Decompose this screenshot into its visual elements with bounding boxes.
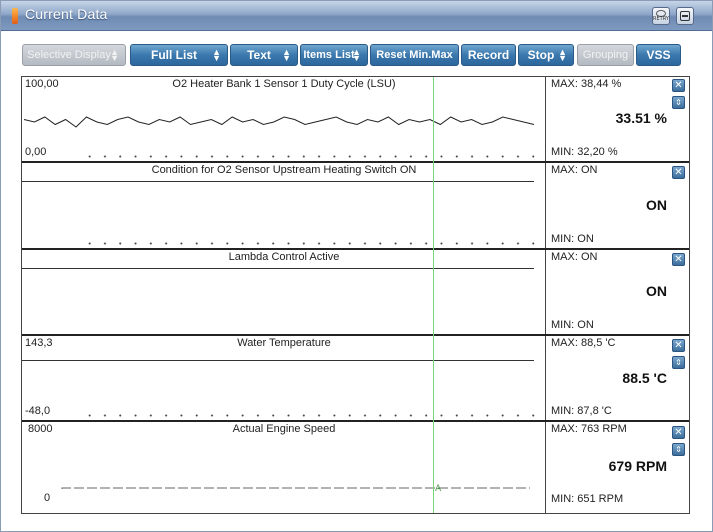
reset-min-max-button[interactable]: Reset Min.Max xyxy=(370,44,459,66)
row-info: MAX: 88,5 'C ✕ ⇕ 88.5 'C MIN: 87,8 'C xyxy=(547,336,689,420)
current-value: 33.51 % xyxy=(615,110,667,126)
row-info: MAX: 763 RPM ✕ ⇕ 679 RPM MIN: 651 RPM xyxy=(547,422,689,513)
data-row-water-temperature[interactable]: 143,3 Water Temperature -48,0 MAX: 88,5 … xyxy=(22,336,689,422)
minimize-icon xyxy=(680,11,690,21)
items-list-label: Items List xyxy=(303,49,355,61)
spinner-icon: ▲ ▼ xyxy=(352,47,361,63)
text-label: Text xyxy=(247,48,271,62)
spinner-icon: ▲ ▼ xyxy=(212,47,221,63)
min-value: MIN: 651 RPM xyxy=(551,493,624,505)
toolbar: Selective Display ▲ ▼ Full List ▲ ▼ Text ▲… xyxy=(1,32,712,72)
row-info: MAX: 38,44 % ✕ ⇕ 33.51 % MIN: 32,20 % xyxy=(547,77,689,161)
row-info: MAX: ON ✕ ON MIN: ON xyxy=(547,250,689,334)
data-row-lambda-control[interactable]: Lambda Control Active MAX: ON ✕ ON MIN: … xyxy=(22,250,689,336)
row-graph: Condition for O2 Sensor Upstream Heating… xyxy=(22,163,546,248)
spinner-icon: ▲ ▼ xyxy=(110,47,119,63)
max-value: MAX: 88,5 'C xyxy=(551,337,616,349)
x-axis-ticks xyxy=(82,242,542,245)
current-value: 679 RPM xyxy=(608,458,667,474)
move-row-button[interactable]: ⇕ xyxy=(672,443,685,456)
state-trace xyxy=(22,268,534,269)
min-value: MIN: ON xyxy=(551,319,594,331)
row-title: Lambda Control Active xyxy=(228,251,340,263)
min-value: MIN: 87,8 'C xyxy=(551,405,612,417)
engine-speed-line xyxy=(61,487,530,489)
current-value: ON xyxy=(646,283,667,299)
max-value: MAX: 38,44 % xyxy=(551,78,622,90)
min-value: MIN: ON xyxy=(551,233,594,245)
row-graph: 100,00 O2 Heater Bank 1 Sensor 1 Duty Cy… xyxy=(22,77,546,161)
x-axis-ticks xyxy=(82,414,542,417)
y-axis-min: -48,0 xyxy=(25,405,51,417)
max-value: MAX: ON xyxy=(551,251,598,263)
duty-cycle-line xyxy=(23,116,535,128)
items-list-button[interactable]: Items List ▲ ▼ xyxy=(300,44,368,66)
time-cursor-line[interactable] xyxy=(433,77,434,513)
data-row-o2-heater[interactable]: 100,00 O2 Heater Bank 1 Sensor 1 Duty Cy… xyxy=(22,77,689,163)
temperature-trace xyxy=(22,360,534,361)
close-row-button[interactable]: ✕ xyxy=(672,339,685,352)
selective-display-label: Selective Display xyxy=(27,49,111,61)
row-title: Actual Engine Speed xyxy=(232,423,336,435)
data-row-o2-heating-switch[interactable]: Condition for O2 Sensor Upstream Heating… xyxy=(22,163,689,250)
data-row-engine-speed[interactable]: 8000 Actual Engine Speed 0 A MAX: 763 RP… xyxy=(22,422,689,513)
full-list-button[interactable]: Full List ▲ ▼ xyxy=(130,44,228,66)
move-row-button[interactable]: ⇕ xyxy=(672,356,685,369)
spinner-icon: ▲ ▼ xyxy=(282,47,291,63)
row-graph: 143,3 Water Temperature -48,0 xyxy=(22,336,546,420)
row-title: Water Temperature xyxy=(237,337,331,349)
current-value: 88.5 'C xyxy=(622,370,667,386)
reset-min-max-label: Reset Min.Max xyxy=(376,49,453,61)
grouping-button[interactable]: Grouping xyxy=(577,44,634,66)
y-axis-min: 0 xyxy=(44,492,51,504)
row-title: O2 Heater Bank 1 Sensor 1 Duty Cycle (LS… xyxy=(172,78,396,90)
state-trace xyxy=(22,181,534,182)
max-value: MAX: 763 RPM xyxy=(551,423,627,435)
title-bar: Current Data RETRY xyxy=(1,1,712,31)
full-list-label: Full List xyxy=(151,48,197,62)
move-row-button[interactable]: ⇕ xyxy=(672,96,685,109)
cursor-marker: A xyxy=(435,484,442,494)
minimize-button[interactable] xyxy=(676,7,694,25)
stop-label: Stop xyxy=(527,48,555,62)
close-row-button[interactable]: ✕ xyxy=(672,253,685,266)
record-label: Record xyxy=(467,48,510,62)
app-icon xyxy=(12,8,18,24)
row-info: MAX: ON ✕ ON MIN: ON xyxy=(547,163,689,248)
close-row-button[interactable]: ✕ xyxy=(672,79,685,92)
vss-button[interactable]: VSS xyxy=(636,44,681,66)
grouping-label: Grouping xyxy=(582,49,629,61)
x-axis-ticks xyxy=(82,155,542,158)
max-value: MAX: ON xyxy=(551,164,598,176)
data-panel: 100,00 O2 Heater Bank 1 Sensor 1 Duty Cy… xyxy=(21,76,690,514)
current-data-window: Current Data RETRY Selective Display ▲ ▼ … xyxy=(0,0,713,532)
current-value: ON xyxy=(646,197,667,213)
close-row-button[interactable]: ✕ xyxy=(672,166,685,179)
text-button[interactable]: Text ▲ ▼ xyxy=(230,44,298,66)
row-graph: 8000 Actual Engine Speed 0 A xyxy=(22,422,546,513)
row-graph: Lambda Control Active xyxy=(22,250,546,334)
window-title: Current Data xyxy=(25,6,108,22)
status-strip xyxy=(1,519,712,531)
spinner-icon: ▲ ▼ xyxy=(558,47,567,63)
row-title: Condition for O2 Sensor Upstream Heating… xyxy=(151,164,417,176)
close-row-button[interactable]: ✕ xyxy=(672,426,685,439)
stop-button[interactable]: Stop ▲ ▼ xyxy=(518,44,574,66)
retry-button[interactable]: RETRY xyxy=(652,7,670,25)
y-axis-min: 0,00 xyxy=(25,146,47,158)
selective-display-button[interactable]: Selective Display ▲ ▼ xyxy=(22,44,126,66)
retry-label: RETRY xyxy=(653,16,669,22)
duty-cycle-trace xyxy=(23,116,535,128)
engine-speed-trace xyxy=(61,487,530,489)
min-value: MIN: 32,20 % xyxy=(551,146,618,158)
record-button[interactable]: Record xyxy=(461,44,516,66)
vss-label: VSS xyxy=(646,48,671,62)
